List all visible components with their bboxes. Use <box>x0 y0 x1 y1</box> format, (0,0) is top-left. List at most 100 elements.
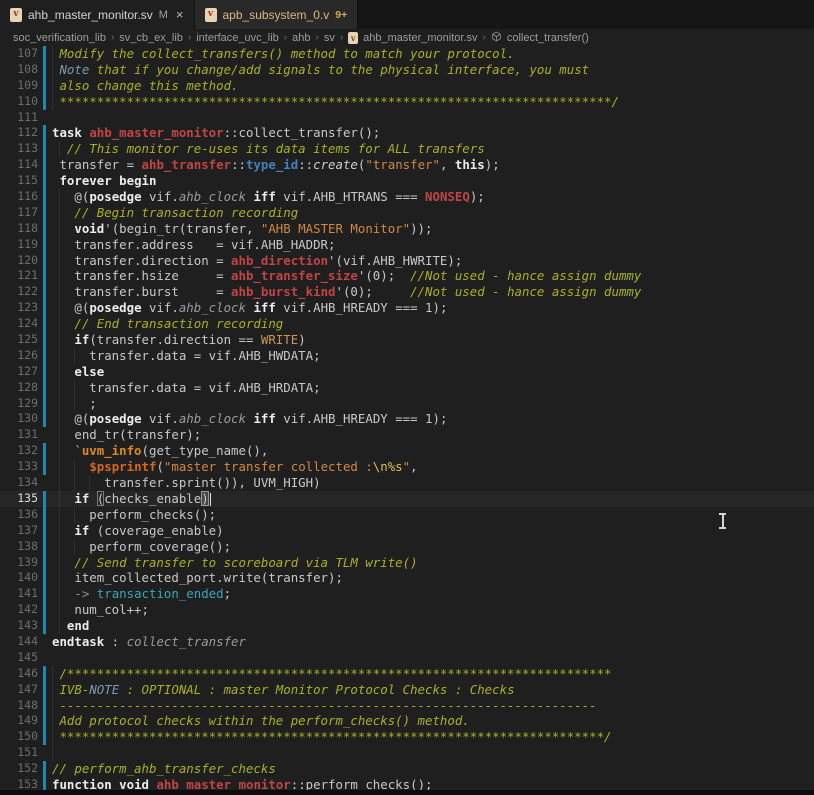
line-number[interactable]: 109 <box>0 78 38 94</box>
line-number[interactable]: 133 <box>0 459 38 475</box>
line-number[interactable]: 122 <box>0 284 38 300</box>
line-number[interactable]: 137 <box>0 523 38 539</box>
code-line-134[interactable]: 134 transfer.sprint()), UVM_HIGH) <box>0 475 814 491</box>
code-line-132[interactable]: 132 `uvm_info(get_type_name(), <box>0 443 814 459</box>
line-number[interactable]: 147 <box>0 682 38 698</box>
line-number[interactable]: 112 <box>0 125 38 141</box>
line-number[interactable]: 123 <box>0 300 38 316</box>
line-number[interactable]: 128 <box>0 380 38 396</box>
line-number[interactable]: 127 <box>0 364 38 380</box>
code-line-152[interactable]: 152// perform_ahb_transfer_checks <box>0 761 814 777</box>
code-line-140[interactable]: 140 item_collected_port.write(transfer); <box>0 570 814 586</box>
code-line-126[interactable]: 126 transfer.data = vif.AHB_HWDATA; <box>0 348 814 364</box>
code-line-109[interactable]: 109 also change this method. <box>0 78 814 94</box>
line-number[interactable]: 152 <box>0 761 38 777</box>
line-number[interactable]: 148 <box>0 698 38 714</box>
code-line-136[interactable]: 136 perform_checks(); <box>0 507 814 523</box>
code-line-138[interactable]: 138 perform_coverage(); <box>0 539 814 555</box>
code-line-129[interactable]: 129 ; <box>0 396 814 412</box>
code-line-114[interactable]: 114 transfer = ahb_transfer::type_id::cr… <box>0 157 814 173</box>
line-number[interactable]: 107 <box>0 46 38 62</box>
code-line-133[interactable]: 133 $psprintf("master transfer collected… <box>0 459 814 475</box>
line-number[interactable]: 136 <box>0 507 38 523</box>
code-line-127[interactable]: 127 else <box>0 364 814 380</box>
code-line-135[interactable]: 135 if (checks_enable) <box>0 491 814 507</box>
code-line-118[interactable]: 118 void'(begin_tr(transfer, "AHB MASTER… <box>0 221 814 237</box>
line-number[interactable]: 142 <box>0 602 38 618</box>
tab-apb_subsystem_0.v[interactable]: vapb_subsystem_0.v9+ <box>195 0 359 29</box>
breadcrumb-item-5[interactable]: ahb_master_monitor.sv <box>363 32 477 44</box>
code-line-139[interactable]: 139 // Send transfer to scoreboard via T… <box>0 555 814 571</box>
line-number[interactable]: 108 <box>0 62 38 78</box>
code-line-148[interactable]: 148 ------------------------------------… <box>0 698 814 714</box>
line-number[interactable]: 146 <box>0 666 38 682</box>
code-line-141[interactable]: 141 -> transaction_ended; <box>0 586 814 602</box>
line-number[interactable]: 130 <box>0 411 38 427</box>
code-line-149[interactable]: 149 Add protocol checks within the perfo… <box>0 713 814 729</box>
line-number[interactable]: 151 <box>0 745 38 761</box>
line-number[interactable]: 135 <box>0 491 38 507</box>
line-number[interactable]: 121 <box>0 268 38 284</box>
line-number[interactable]: 134 <box>0 475 38 491</box>
line-number[interactable]: 110 <box>0 94 38 110</box>
code-line-147[interactable]: 147 IVB-NOTE : OPTIONAL : master Monitor… <box>0 682 814 698</box>
line-number[interactable]: 125 <box>0 332 38 348</box>
code-line-108[interactable]: 108 Note that if you change/add signals … <box>0 62 814 78</box>
line-number[interactable]: 131 <box>0 427 38 443</box>
breadcrumb-item-1[interactable]: sv_cb_ex_lib <box>119 32 183 44</box>
code-line-121[interactable]: 121 transfer.hsize = ahb_transfer_size'(… <box>0 268 814 284</box>
code-line-113[interactable]: 113 // This monitor re-uses its data ite… <box>0 141 814 157</box>
line-number[interactable]: 120 <box>0 253 38 269</box>
line-number[interactable]: 129 <box>0 396 38 412</box>
code-line-143[interactable]: 143 end <box>0 618 814 634</box>
line-number[interactable]: 117 <box>0 205 38 221</box>
code-line-116[interactable]: 116 @(posedge vif.ahb_clock iff vif.AHB_… <box>0 189 814 205</box>
code-line-142[interactable]: 142 num_col++; <box>0 602 814 618</box>
code-line-151[interactable]: 151 <box>0 745 814 761</box>
line-number[interactable]: 124 <box>0 316 38 332</box>
breadcrumb-item-2[interactable]: interface_uvc_lib <box>196 32 279 44</box>
code-line-111[interactable]: 111 <box>0 110 814 126</box>
breadcrumb-item-3[interactable]: ahb <box>292 32 310 44</box>
line-number[interactable]: 141 <box>0 586 38 602</box>
tab-close-icon[interactable]: × <box>176 7 184 22</box>
code-line-107[interactable]: 107 Modify the collect_transfers() metho… <box>0 46 814 62</box>
code-line-124[interactable]: 124 // End transaction recording <box>0 316 814 332</box>
line-number[interactable]: 115 <box>0 173 38 189</box>
line-number[interactable]: 138 <box>0 539 38 555</box>
code-line-150[interactable]: 150 ************************************… <box>0 729 814 745</box>
breadcrumb-item-6[interactable]: collect_transfer() <box>507 32 589 44</box>
code-line-137[interactable]: 137 if (coverage_enable) <box>0 523 814 539</box>
code-line-122[interactable]: 122 transfer.burst = ahb_burst_kind'(0);… <box>0 284 814 300</box>
tab-ahb_master_monitor.sv[interactable]: vahb_master_monitor.svM× <box>0 0 195 29</box>
code-line-125[interactable]: 125 if(transfer.direction == WRITE) <box>0 332 814 348</box>
line-number[interactable]: 150 <box>0 729 38 745</box>
line-number[interactable]: 132 <box>0 443 38 459</box>
line-number[interactable]: 149 <box>0 713 38 729</box>
code-line-119[interactable]: 119 transfer.address = vif.AHB_HADDR; <box>0 237 814 253</box>
line-number[interactable]: 118 <box>0 221 38 237</box>
code-line-112[interactable]: 112task ahb_master_monitor::collect_tran… <box>0 125 814 141</box>
code-line-145[interactable]: 145 <box>0 650 814 666</box>
code-line-117[interactable]: 117 // Begin transaction recording <box>0 205 814 221</box>
code-line-110[interactable]: 110 ************************************… <box>0 94 814 110</box>
line-number[interactable]: 126 <box>0 348 38 364</box>
line-number[interactable]: 111 <box>0 110 38 126</box>
code-line-130[interactable]: 130 @(posedge vif.ahb_clock iff vif.AHB_… <box>0 411 814 427</box>
line-number[interactable]: 140 <box>0 570 38 586</box>
code-line-115[interactable]: 115 forever begin <box>0 173 814 189</box>
line-number[interactable]: 144 <box>0 634 38 650</box>
line-number[interactable]: 114 <box>0 157 38 173</box>
line-number[interactable]: 139 <box>0 555 38 571</box>
code-line-144[interactable]: 144endtask : collect_transfer <box>0 634 814 650</box>
code-line-120[interactable]: 120 transfer.direction = ahb_direction'(… <box>0 253 814 269</box>
code-line-128[interactable]: 128 transfer.data = vif.AHB_HRDATA; <box>0 380 814 396</box>
code-line-146[interactable]: 146 /***********************************… <box>0 666 814 682</box>
line-number[interactable]: 143 <box>0 618 38 634</box>
code-line-123[interactable]: 123 @(posedge vif.ahb_clock iff vif.AHB_… <box>0 300 814 316</box>
line-number[interactable]: 145 <box>0 650 38 666</box>
code-line-131[interactable]: 131 end_tr(transfer); <box>0 427 814 443</box>
line-number[interactable]: 119 <box>0 237 38 253</box>
breadcrumb-item-0[interactable]: soc_verification_lib <box>13 32 106 44</box>
breadcrumb-item-4[interactable]: sv <box>324 32 335 44</box>
